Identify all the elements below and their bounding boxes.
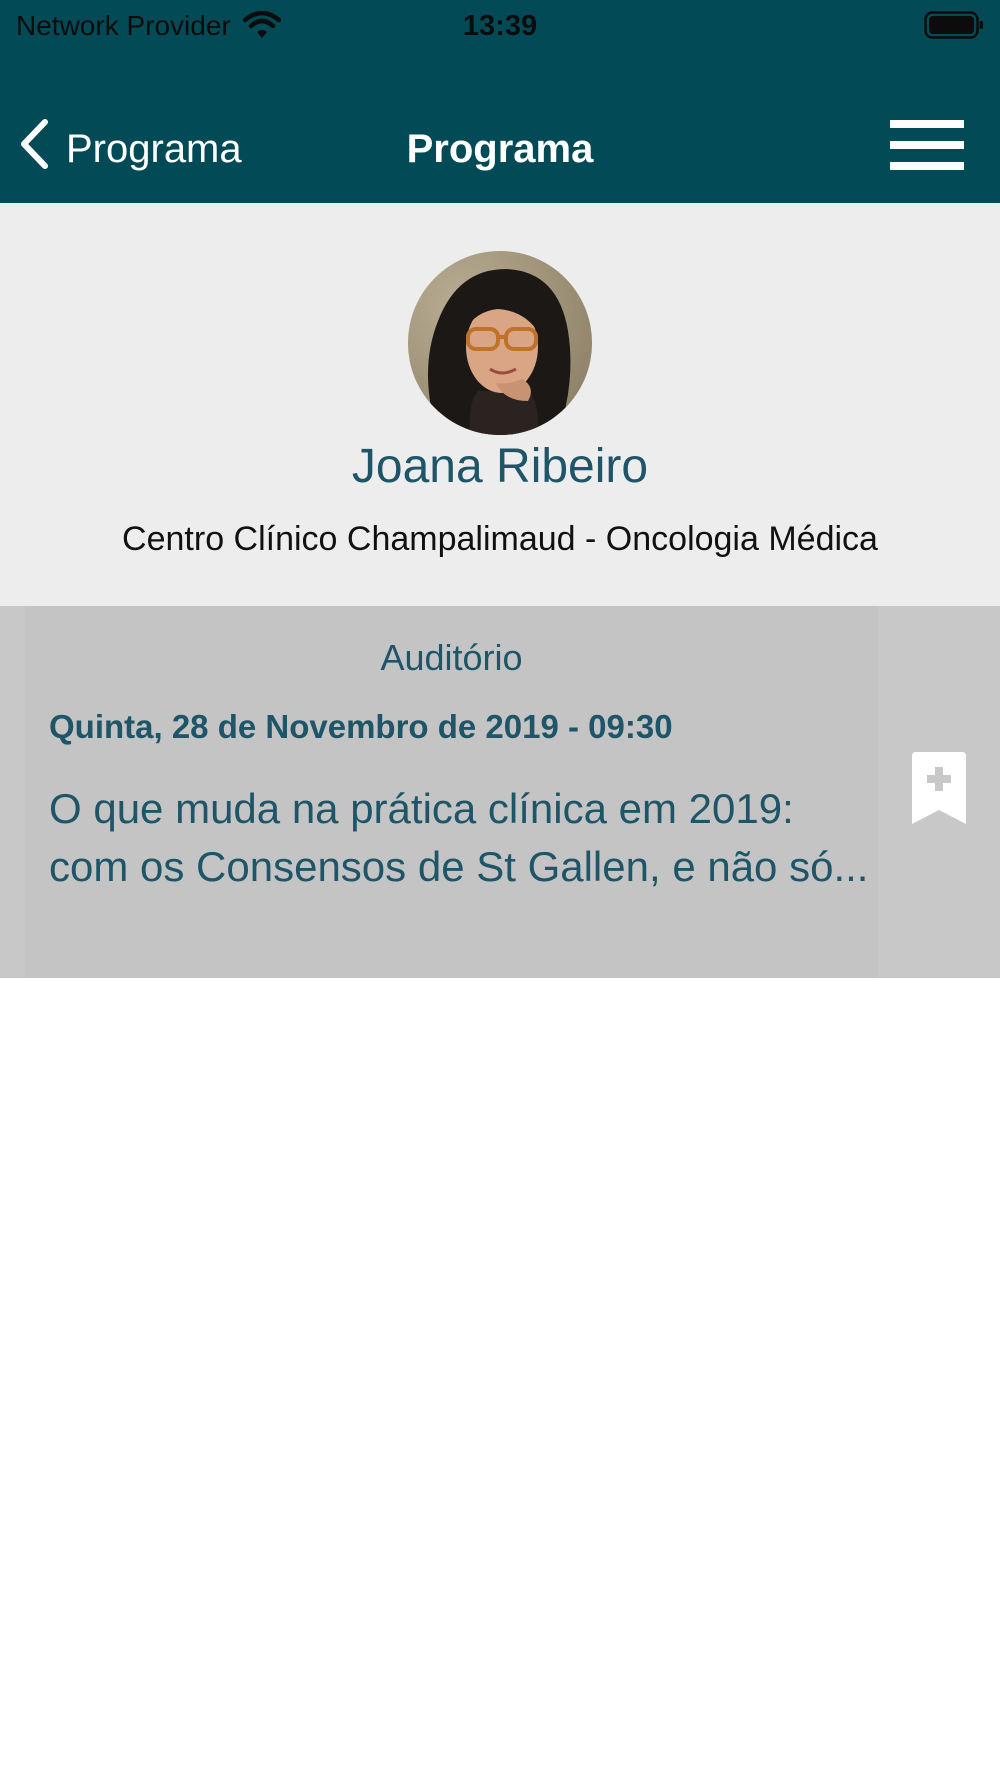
hamburger-menu-icon[interactable] — [890, 120, 964, 170]
session-card[interactable]: Auditório Quinta, 28 de Novembro de 2019… — [25, 606, 878, 978]
session-list-item[interactable]: Auditório Quinta, 28 de Novembro de 2019… — [0, 606, 1000, 978]
session-room: Auditório — [380, 637, 523, 678]
battery-icon — [924, 10, 984, 40]
speaker-name: Joana Ribeiro — [351, 440, 649, 493]
speaker-profile: Joana Ribeiro Centro Clínico Champalimau… — [0, 203, 1000, 606]
speaker-affiliation: Centro Clínico Champalimaud - Oncologia … — [122, 520, 878, 558]
session-datetime: Quinta, 28 de Novembro de 2019 - 09:30 — [49, 708, 673, 745]
back-button-label: Programa — [66, 126, 242, 171]
session-title: O que muda na prática clínica em 2019: c… — [49, 785, 869, 890]
wifi-icon — [242, 11, 281, 41]
carrier-label: Network Provider — [16, 10, 231, 41]
back-button[interactable]: Programa — [18, 112, 242, 186]
avatar — [408, 251, 592, 435]
chevron-left-icon — [18, 118, 50, 180]
app-header: Network Provider 13:39 Programa Programa — [0, 0, 1000, 203]
status-bar-left: Network Provider — [16, 8, 281, 44]
bookmark-add-icon[interactable] — [910, 752, 968, 824]
